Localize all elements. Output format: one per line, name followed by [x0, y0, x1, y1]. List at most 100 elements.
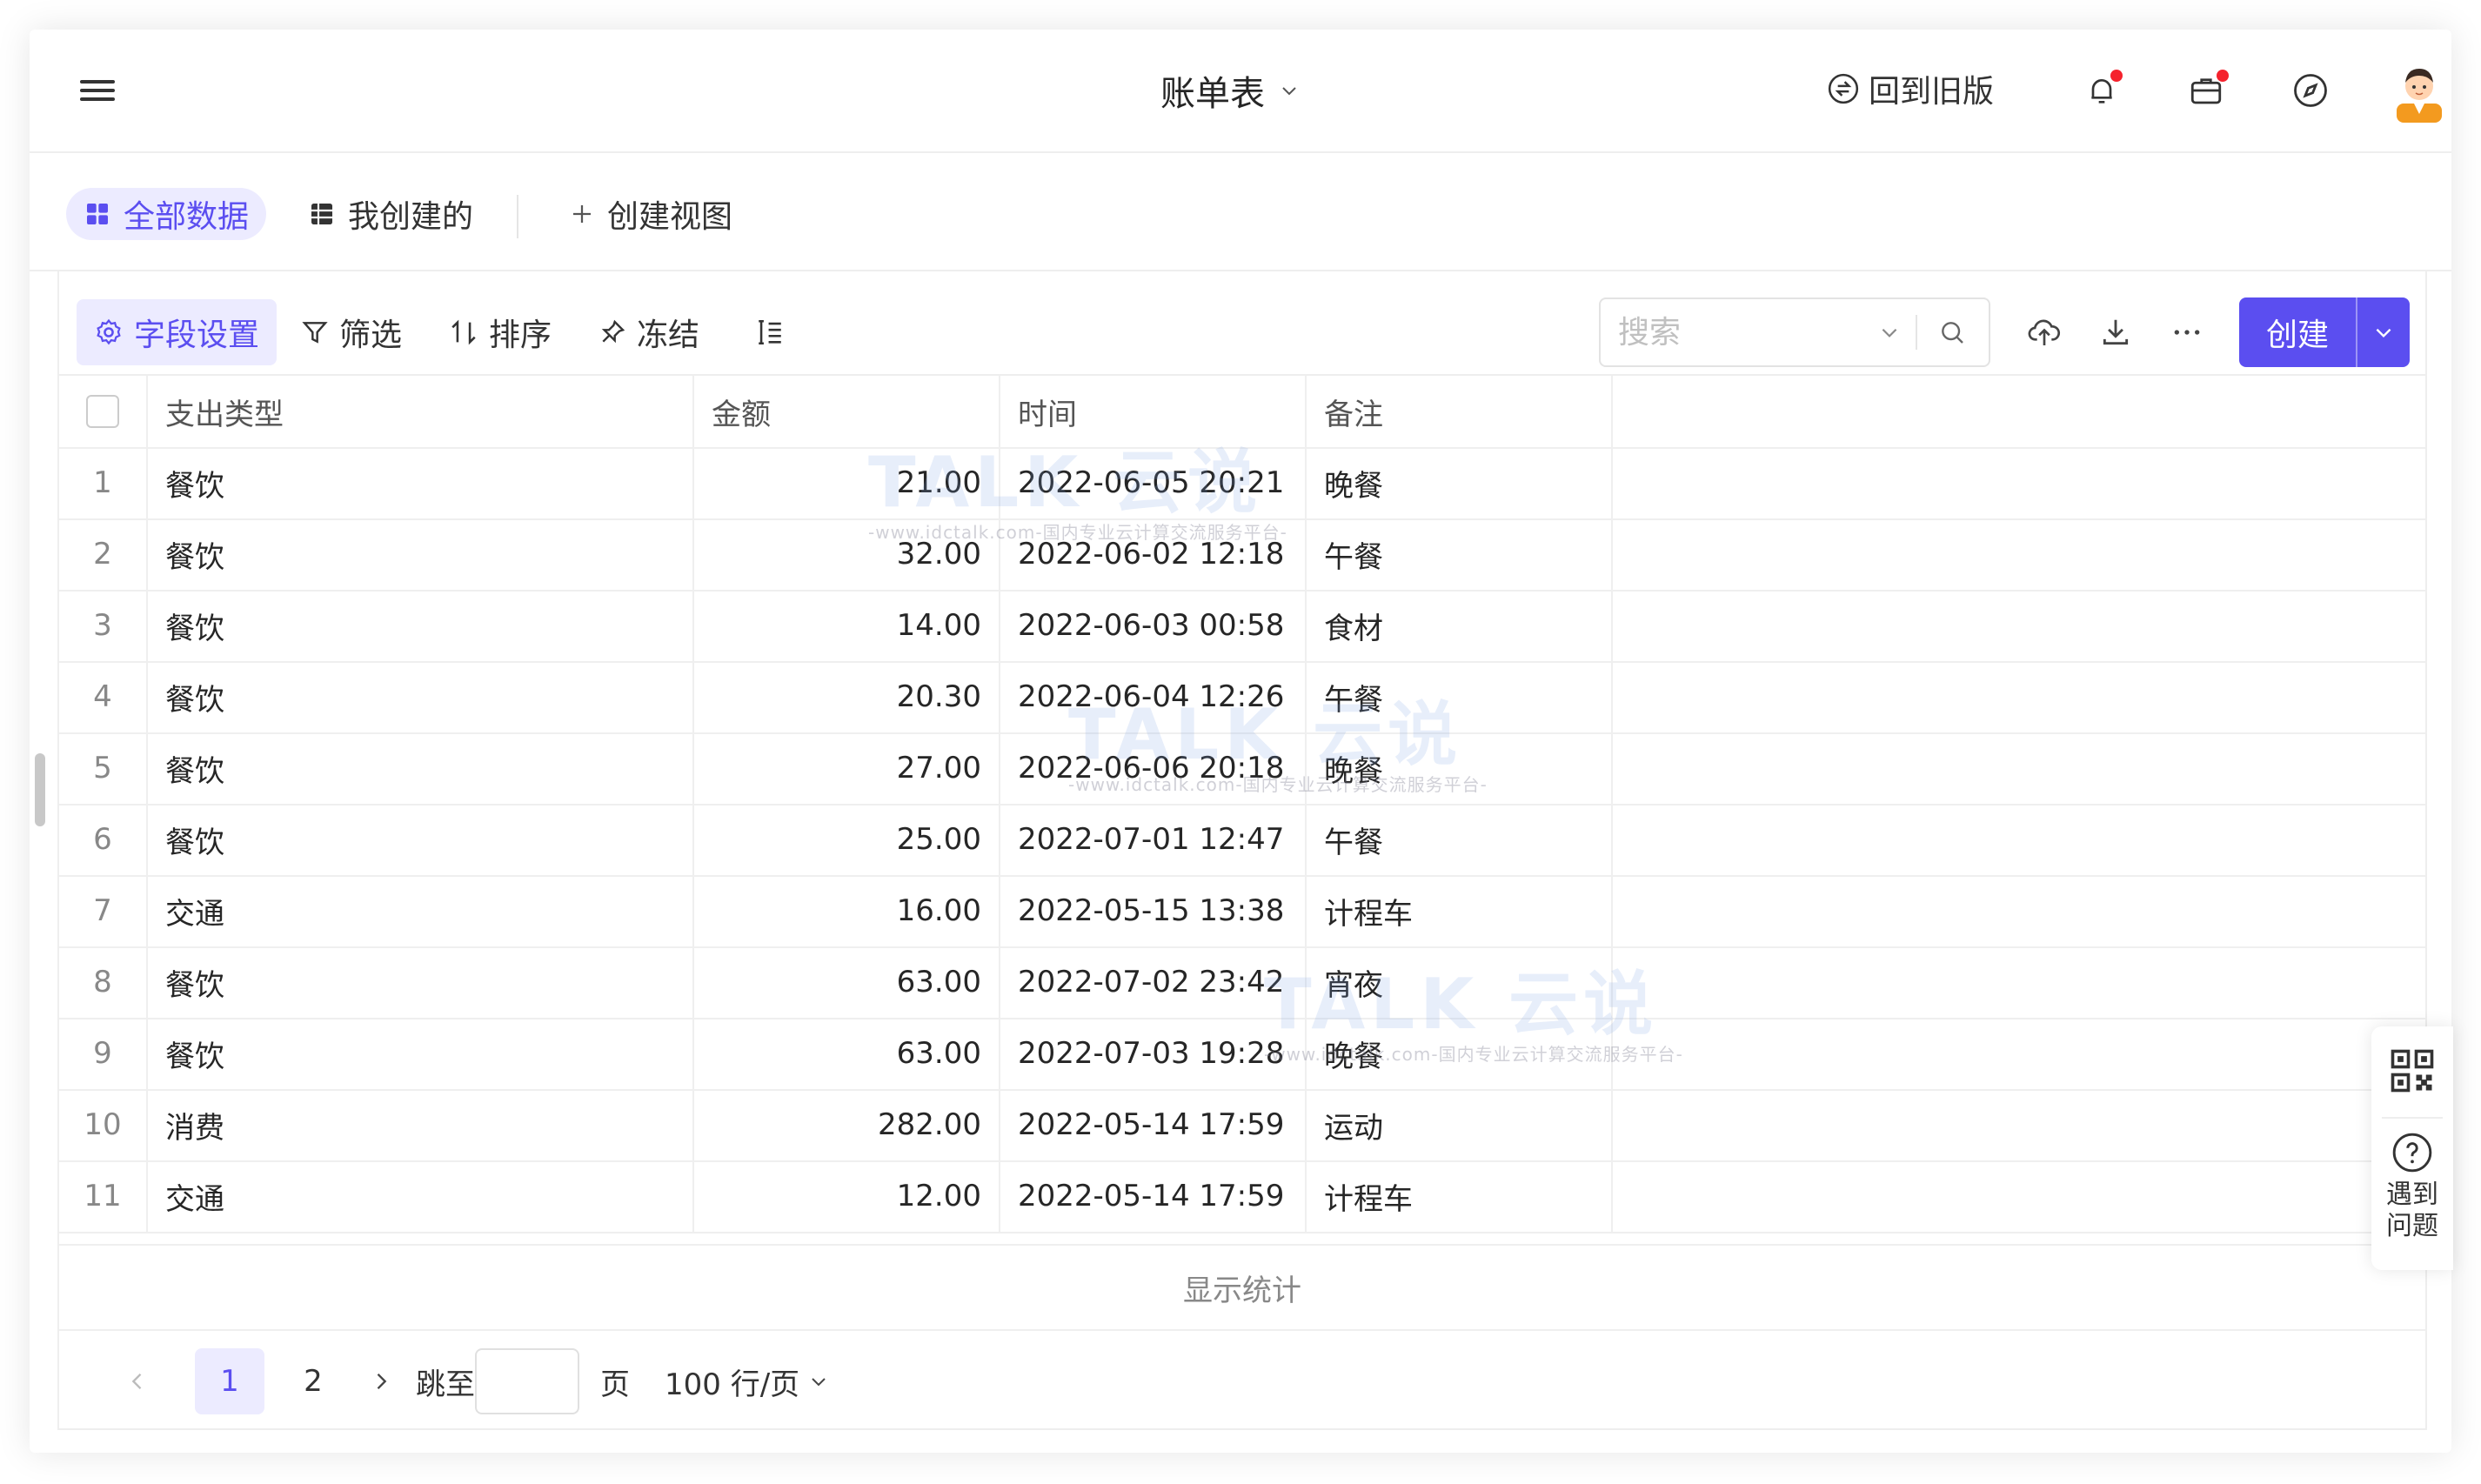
- tab-my-created[interactable]: 我创建的: [291, 188, 491, 240]
- workspace-button[interactable]: [2180, 64, 2232, 117]
- amount-cell[interactable]: 12.00: [694, 1160, 1000, 1232]
- amount-cell[interactable]: 20.30: [694, 661, 1000, 732]
- note-cell[interactable]: 计程车: [1307, 1160, 1613, 1232]
- amount-cell[interactable]: 282.00: [694, 1089, 1000, 1160]
- select-all-checkbox[interactable]: [86, 395, 119, 428]
- expense-type-cell[interactable]: 交通: [148, 1160, 694, 1232]
- menu-icon[interactable]: [80, 75, 115, 106]
- note-cell[interactable]: 晚餐: [1307, 732, 1613, 804]
- show-statistics-button[interactable]: 显示统计: [59, 1244, 2425, 1331]
- tab-all-data-label: 全部数据: [124, 199, 250, 235]
- expense-type-cell[interactable]: 消费: [148, 1089, 694, 1160]
- freeze-button[interactable]: 冻结: [581, 299, 717, 365]
- filter-button[interactable]: 筛选: [284, 299, 419, 365]
- amount-cell[interactable]: 21.00: [694, 447, 1000, 518]
- amount-cell[interactable]: 14.00: [694, 590, 1000, 661]
- tab-all-data[interactable]: 全部数据: [66, 188, 267, 240]
- create-button[interactable]: 创建: [2239, 297, 2356, 367]
- notification-button[interactable]: [2076, 64, 2128, 117]
- time-cell[interactable]: 2022-06-02 12:18: [1000, 518, 1307, 590]
- expense-type-cell[interactable]: 交通: [148, 875, 694, 946]
- note-cell[interactable]: 午餐: [1307, 518, 1613, 590]
- table-row[interactable]: 6 餐饮 25.00 2022-07-01 12:47 午餐: [59, 804, 2425, 877]
- note-cell[interactable]: 食材: [1307, 590, 1613, 661]
- download-button[interactable]: [2091, 308, 2140, 357]
- search-button[interactable]: [1917, 318, 1987, 346]
- expense-type-cell[interactable]: 餐饮: [148, 447, 694, 518]
- table-row[interactable]: 9 餐饮 63.00 2022-07-03 19:28 晚餐: [59, 1018, 2425, 1091]
- note-cell[interactable]: 午餐: [1307, 804, 1613, 875]
- search-input[interactable]: [1616, 313, 1863, 351]
- explore-button[interactable]: [2284, 64, 2337, 117]
- table-row[interactable]: 4 餐饮 20.30 2022-06-04 12:26 午餐: [59, 661, 2425, 734]
- note-cell[interactable]: 运动: [1307, 1089, 1613, 1160]
- note-cell[interactable]: 晚餐: [1307, 447, 1613, 518]
- prev-page-button[interactable]: [111, 1348, 164, 1414]
- table-title-dropdown[interactable]: 账单表: [1160, 64, 1300, 117]
- note-cell[interactable]: 计程车: [1307, 875, 1613, 946]
- gear-icon: [97, 318, 121, 345]
- sort-button[interactable]: 排序: [431, 299, 569, 365]
- time-cell[interactable]: 2022-07-02 23:42: [1000, 946, 1307, 1018]
- table-row[interactable]: 2 餐饮 32.00 2022-06-02 12:18 午餐: [59, 518, 2425, 592]
- expense-type-cell[interactable]: 餐饮: [148, 946, 694, 1018]
- column-header-type[interactable]: 支出类型: [148, 376, 694, 447]
- expense-type-cell[interactable]: 餐饮: [148, 590, 694, 661]
- side-scroll-handle[interactable]: [35, 753, 45, 826]
- note-cell[interactable]: 宵夜: [1307, 946, 1613, 1018]
- avatar[interactable]: [2389, 59, 2450, 124]
- row-height-button[interactable]: [738, 299, 802, 365]
- time-cell[interactable]: 2022-05-14 17:59: [1000, 1160, 1307, 1232]
- tab-my-created-label: 我创建的: [348, 199, 474, 235]
- amount-cell[interactable]: 25.00: [694, 804, 1000, 875]
- amount-cell[interactable]: 16.00: [694, 875, 1000, 946]
- back-to-old-version-button[interactable]: 回到旧版: [1827, 66, 1994, 111]
- note-cell[interactable]: 晚餐: [1307, 1018, 1613, 1089]
- column-header-amount[interactable]: 金额: [694, 376, 1000, 447]
- chevron-down-icon: [1282, 87, 1296, 96]
- amount-cell[interactable]: 63.00: [694, 946, 1000, 1018]
- column-header-note[interactable]: 备注: [1307, 376, 1613, 447]
- expense-type-cell[interactable]: 餐饮: [148, 661, 694, 732]
- table-row[interactable]: 5 餐饮 27.00 2022-06-06 20:18 晚餐: [59, 732, 2425, 806]
- time-cell[interactable]: 2022-05-14 17:59: [1000, 1089, 1307, 1160]
- floating-help-panel: 遇到问题: [2371, 1026, 2453, 1270]
- expense-type-cell[interactable]: 餐饮: [148, 1018, 694, 1089]
- time-cell[interactable]: 2022-06-03 00:58: [1000, 590, 1307, 661]
- time-cell[interactable]: 2022-07-03 19:28: [1000, 1018, 1307, 1089]
- table-row[interactable]: 7 交通 16.00 2022-05-15 13:38 计程车: [59, 875, 2425, 948]
- qr-code-icon[interactable]: [2389, 1047, 2436, 1094]
- field-settings-button[interactable]: 字段设置: [77, 299, 278, 365]
- expense-type-cell[interactable]: 餐饮: [148, 804, 694, 875]
- time-cell[interactable]: 2022-06-05 20:21: [1000, 447, 1307, 518]
- chevron-down-icon: [1882, 328, 1897, 338]
- time-cell[interactable]: 2022-06-04 12:26: [1000, 661, 1307, 732]
- search-scope-dropdown[interactable]: [1863, 321, 1916, 344]
- page-size-select[interactable]: 100 行/页: [665, 1348, 829, 1414]
- create-view-button[interactable]: 创建视图: [552, 188, 750, 240]
- expense-type-cell[interactable]: 餐饮: [148, 732, 694, 804]
- amount-cell[interactable]: 27.00: [694, 732, 1000, 804]
- amount-cell[interactable]: 32.00: [694, 518, 1000, 590]
- column-header-time[interactable]: 时间: [1000, 376, 1307, 447]
- expense-type-cell[interactable]: 餐饮: [148, 518, 694, 590]
- amount-cell[interactable]: 63.00: [694, 1018, 1000, 1089]
- time-cell[interactable]: 2022-05-15 13:38: [1000, 875, 1307, 946]
- next-page-button[interactable]: [355, 1348, 407, 1414]
- upload-button[interactable]: [2020, 308, 2069, 357]
- page-2-button[interactable]: 2: [278, 1348, 348, 1414]
- jump-page-input[interactable]: [475, 1348, 579, 1414]
- time-cell[interactable]: 2022-06-06 20:18: [1000, 732, 1307, 804]
- note-cell[interactable]: 午餐: [1307, 661, 1613, 732]
- table-row[interactable]: 10 消费 282.00 2022-05-14 17:59 运动: [59, 1089, 2425, 1162]
- more-button[interactable]: [2163, 308, 2211, 357]
- table-row[interactable]: 8 餐饮 63.00 2022-07-02 23:42 宵夜: [59, 946, 2425, 1019]
- table-row[interactable]: 1 餐饮 21.00 2022-06-05 20:21 晚餐: [59, 447, 2425, 520]
- create-dropdown-button[interactable]: [2357, 297, 2410, 367]
- table-row[interactable]: 3 餐饮 14.00 2022-06-03 00:58 食材: [59, 590, 2425, 663]
- table-row[interactable]: 11 交通 12.00 2022-05-14 17:59 计程车: [59, 1160, 2425, 1233]
- help-button[interactable]: 遇到问题: [2371, 1131, 2453, 1242]
- back-to-old-version-label: 回到旧版: [1869, 74, 1995, 110]
- time-cell[interactable]: 2022-07-01 12:47: [1000, 804, 1307, 875]
- page-1-button[interactable]: 1: [195, 1348, 264, 1414]
